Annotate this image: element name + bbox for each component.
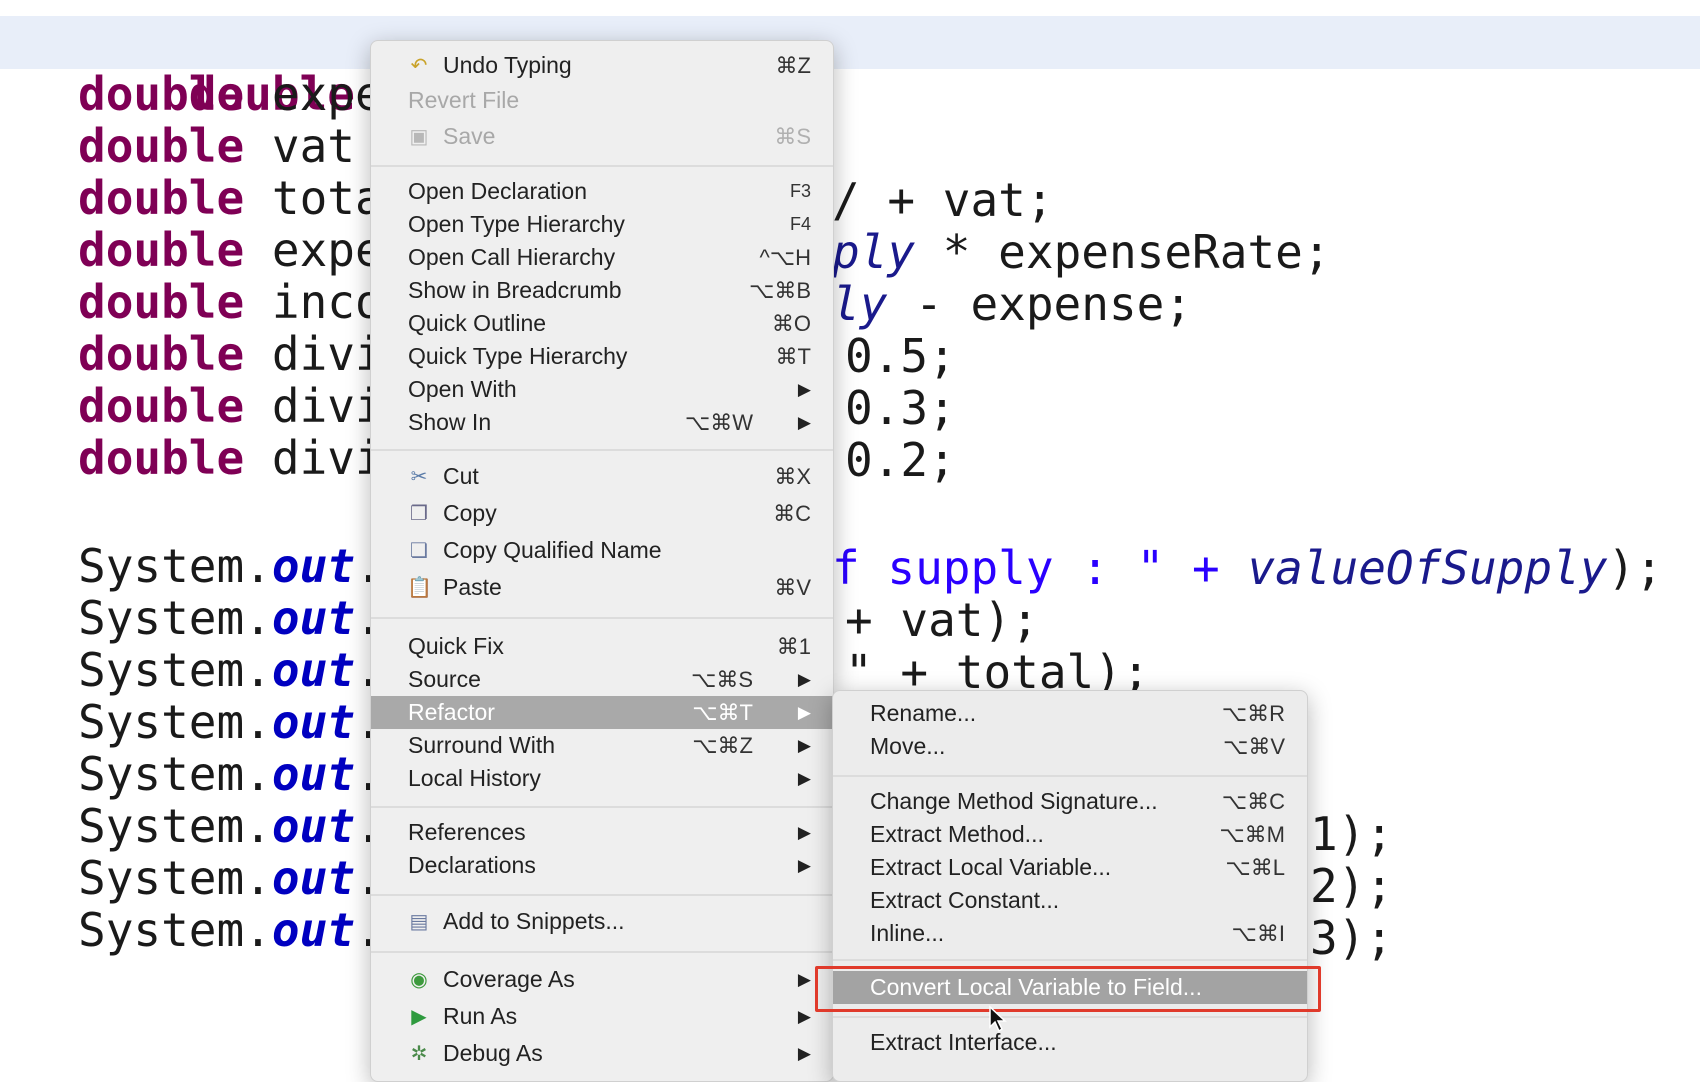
code-fragment-expense: ply * expenseRate; (832, 225, 1331, 279)
code-fragment-paren2: 2); (1310, 859, 1394, 913)
submenu-arrow-icon: ▶ (797, 769, 811, 788)
menu-item-inline[interactable]: Inline... ⌥⌘I (833, 917, 1307, 950)
menu-item-show-in[interactable]: Show In ⌥⌘W ▶ (371, 406, 833, 439)
menu-separator (833, 959, 1307, 961)
menu-item-paste[interactable]: 📋 Paste ⌘V (371, 571, 833, 604)
menu-item-show-in-breadcrumb[interactable]: Show in Breadcrumb ⌥⌘B (371, 274, 833, 307)
menu-item-open-type-hierarchy[interactable]: Open Type Hierarchy F4 (371, 208, 833, 241)
menu-item-surround-with[interactable]: Surround With ⌥⌘Z ▶ (371, 729, 833, 762)
code-line-17: System.out. (78, 903, 383, 957)
menu-separator (371, 806, 833, 808)
menu-separator (833, 1016, 1307, 1018)
code-fragment-total: / + vat; (832, 173, 1054, 227)
undo-icon: ↶ (410, 55, 428, 77)
menu-item-change-method-signature[interactable]: Change Method Signature... ⌥⌘C (833, 785, 1307, 818)
menu-item-extract-interface[interactable]: Extract Interface... (833, 1026, 1307, 1059)
code-line-15: System.out. (78, 799, 383, 853)
submenu-arrow-icon: ▶ (797, 856, 811, 875)
menu-item-cut[interactable]: ✂ Cut ⌘X (371, 460, 833, 493)
code-fragment-supply: f supply : " + valueOfSupply); (832, 541, 1663, 595)
menu-item-rename[interactable]: Rename... ⌥⌘R (833, 697, 1307, 730)
copy-qualified-icon: ❏ (410, 540, 428, 562)
menu-separator (371, 951, 833, 953)
menu-separator (371, 617, 833, 619)
code-fragment-income: ly - expense; (832, 277, 1193, 331)
code-fragment-paren1: 1); (1310, 807, 1394, 861)
menu-item-source[interactable]: Source ⌥⌘S ▶ (371, 663, 833, 696)
menu-item-refactor[interactable]: Refactor ⌥⌘T ▶ (371, 696, 833, 729)
menu-item-references[interactable]: References ▶ (371, 816, 833, 849)
menu-item-extract-method[interactable]: Extract Method... ⌥⌘M (833, 818, 1307, 851)
menu-item-open-declaration[interactable]: Open Declaration F3 (371, 175, 833, 208)
coverage-icon: ◉ (410, 969, 428, 991)
refactor-submenu[interactable]: Rename... ⌥⌘R Move... ⌥⌘V Change Method … (832, 690, 1308, 1082)
code-line-4: double tota (78, 171, 383, 225)
snippet-icon: ▤ (409, 911, 429, 933)
menu-item-undo-typing[interactable]: ↶ Undo Typing ⌘Z (371, 49, 833, 82)
menu-item-debug-as[interactable]: ✲ Debug As ▶ (371, 1037, 833, 1070)
menu-separator (371, 894, 833, 896)
menu-item-run-as[interactable]: ▶ Run As ▶ (371, 1000, 833, 1033)
menu-item-extract-constant[interactable]: Extract Constant... (833, 884, 1307, 917)
bug-icon: ✲ (410, 1043, 428, 1065)
submenu-arrow-icon: ▶ (797, 670, 811, 689)
code-line-2: double expe (78, 67, 383, 121)
menu-item-quick-outline[interactable]: Quick Outline ⌘O (371, 307, 833, 340)
menu-item-revert-file: Revert File (408, 87, 520, 113)
code-line-3: double vat (78, 119, 355, 173)
submenu-arrow-icon: ▶ (797, 413, 811, 432)
menu-item-move[interactable]: Move... ⌥⌘V (833, 730, 1307, 763)
run-icon: ▶ (411, 1006, 427, 1028)
code-fragment-vat: + vat); (845, 593, 1039, 647)
menu-item-save: ▣ Save ⌘S (371, 120, 833, 153)
menu-item-quick-type-hierarchy[interactable]: Quick Type Hierarchy ⌘T (371, 340, 833, 373)
menu-item-add-to-snippets[interactable]: ▤ Add to Snippets... (371, 905, 833, 938)
menu-separator (371, 449, 833, 451)
code-fragment-div3: 0.2; (845, 433, 956, 487)
code-line-8: double divi (78, 379, 383, 433)
menu-separator (371, 165, 833, 167)
menu-separator (833, 775, 1307, 777)
mouse-pointer-icon (989, 1005, 1007, 1033)
submenu-arrow-icon: ▶ (797, 823, 811, 842)
context-menu[interactable]: ↶ Undo Typing ⌘Z Revert File ▣ Save ⌘S O… (370, 40, 834, 1082)
code-fragment-paren3: 3); (1310, 911, 1394, 965)
menu-item-copy[interactable]: ❐ Copy ⌘C (371, 497, 833, 530)
submenu-arrow-icon: ▶ (797, 970, 811, 989)
menu-item-open-call-hierarchy[interactable]: Open Call Hierarchy ^⌥H (371, 241, 833, 274)
code-line-16: System.out. (78, 851, 383, 905)
code-line-10: System.out. (78, 539, 383, 593)
code-fragment-div2: 0.3; (845, 381, 956, 435)
menu-item-local-history[interactable]: Local History ▶ (371, 762, 833, 795)
menu-item-open-with[interactable]: Open With ▶ (371, 373, 833, 406)
menu-item-copy-qualified-name[interactable]: ❏ Copy Qualified Name (371, 534, 833, 567)
code-line-13: System.out. (78, 695, 383, 749)
submenu-arrow-icon: ▶ (797, 380, 811, 399)
save-icon: ▣ (409, 126, 429, 148)
paste-icon: 📋 (407, 577, 432, 599)
submenu-arrow-icon: ▶ (797, 1007, 811, 1026)
code-line-6: double inco (78, 275, 383, 329)
submenu-arrow-icon: ▶ (797, 703, 811, 722)
code-line-5: double expe (78, 223, 383, 277)
menu-item-coverage-as[interactable]: ◉ Coverage As ▶ (371, 963, 833, 996)
scissors-icon: ✂ (410, 466, 428, 488)
code-fragment-div1: 0.5; (845, 329, 956, 383)
menu-item-declarations[interactable]: Declarations ▶ (371, 849, 833, 882)
submenu-arrow-icon: ▶ (797, 736, 811, 755)
code-line-9: double divi (78, 431, 383, 485)
code-line-11: System.out. (78, 591, 383, 645)
submenu-arrow-icon: ▶ (797, 1044, 811, 1063)
code-line-14: System.out. (78, 747, 383, 801)
code-line-7: double divi (78, 327, 383, 381)
highlight-annotation-box (815, 966, 1321, 1012)
menu-item-quick-fix[interactable]: Quick Fix ⌘1 (371, 630, 833, 663)
code-line-12: System.out. (78, 643, 383, 697)
menu-item-extract-local-variable[interactable]: Extract Local Variable... ⌥⌘L (833, 851, 1307, 884)
copy-icon: ❐ (410, 503, 428, 525)
